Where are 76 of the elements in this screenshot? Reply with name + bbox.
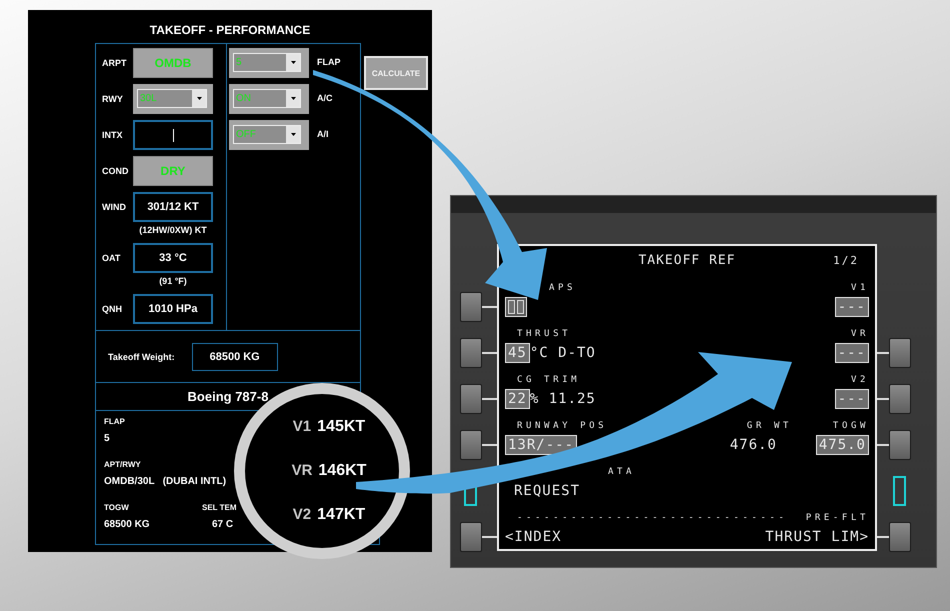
field-label: QNH: [102, 304, 123, 314]
option-label: A/I: [317, 129, 329, 139]
speed-label: VR: [292, 462, 312, 479]
field-label: INTX: [102, 130, 124, 140]
page-title: TAKEOFF REF: [638, 252, 736, 268]
boxed-value[interactable]: ---: [834, 389, 869, 409]
line-value: THRUST LIM>: [765, 528, 869, 546]
line-value: REQUEST: [513, 482, 580, 500]
caret-icon: [290, 133, 296, 136]
result-label: APT/RWY: [104, 459, 141, 471]
line-select-key[interactable]: [460, 338, 482, 368]
line-label: V1: [850, 283, 869, 294]
option-label: A/C: [317, 93, 332, 103]
line-select-key[interactable]: [460, 430, 482, 460]
input-field[interactable]: [133, 120, 213, 150]
line-select-key[interactable]: [889, 338, 911, 368]
result-value: 68500 KG: [104, 518, 150, 531]
line-select-key[interactable]: [460, 522, 482, 552]
weight-field[interactable]: 68500 KG: [192, 342, 278, 370]
line-value: % 11.25: [530, 390, 596, 408]
line-label: APS: [548, 283, 576, 294]
key-indicator: [893, 476, 906, 506]
speed-value: 147KT: [317, 506, 366, 524]
boxed-value[interactable]: 45: [505, 343, 530, 363]
input-field[interactable]: 33 °C: [133, 243, 213, 273]
boxed-value[interactable]: ---: [834, 343, 869, 363]
result-value: OMDB/30L (DUBAI INTL): [104, 475, 226, 488]
field-note: (91 °F): [158, 275, 188, 288]
field-label: RWY: [102, 94, 124, 104]
line-label: V2: [850, 375, 869, 386]
speed-label: V2: [292, 506, 312, 523]
panel-title: TAKEOFF - PERFORMANCE: [148, 22, 312, 37]
result-value: 5: [104, 432, 110, 445]
line-value: 476.0: [730, 436, 777, 454]
field-label: COND: [102, 166, 130, 176]
input-field[interactable]: 301/12 KT: [133, 192, 213, 222]
line-label: CG TRIM: [516, 375, 580, 386]
page-number: 1/2: [833, 254, 860, 266]
option-label: FLAP: [317, 57, 340, 67]
caret-icon: [290, 61, 296, 64]
weight-label: Takeoff Weight:: [108, 352, 175, 362]
speed-value: 146KT: [318, 462, 366, 480]
field-label: WIND: [102, 202, 127, 212]
input-field[interactable]: 1010 HPa: [133, 294, 213, 324]
line-value: <INDEX: [505, 528, 562, 546]
line-label: VR: [850, 329, 869, 340]
line-select-key[interactable]: [460, 384, 482, 414]
calculate-button[interactable]: CALCULATE: [364, 56, 428, 90]
line-label: THRUST: [516, 329, 572, 340]
boxed-value[interactable]: ---: [834, 297, 869, 317]
line-label: ------------------------------: [516, 513, 788, 524]
result-label: FLAP: [104, 416, 125, 428]
boxed-value[interactable]: 22: [505, 389, 530, 409]
entry-field[interactable]: [505, 297, 527, 317]
line-label: ATA: [607, 467, 636, 478]
field-label: ARPT: [102, 58, 128, 68]
line-label: TOGW: [832, 421, 869, 432]
line-select-key[interactable]: [460, 292, 482, 322]
line-label: RUNWAY POS: [516, 421, 608, 432]
line-value: °C D-TO: [530, 344, 596, 362]
result-label: SEL TEM: [202, 502, 237, 514]
field-note: (12HW/0XW) KT: [138, 224, 208, 237]
line-select-key[interactable]: [889, 522, 911, 552]
line-select-key[interactable]: [889, 384, 911, 414]
caret-icon: [290, 97, 296, 100]
speed-label: V1: [292, 418, 312, 435]
line-label: GR WT: [746, 421, 792, 432]
speed-value: 145KT: [317, 418, 366, 436]
boxed-value[interactable]: 475.0: [816, 435, 869, 455]
result-label: TOGW: [104, 502, 129, 514]
boxed-value[interactable]: 13R/---: [505, 435, 578, 455]
caret-icon: [196, 97, 202, 100]
line-label: PRE-FLT: [806, 513, 869, 524]
line-select-key[interactable]: [889, 430, 911, 460]
result-value: 67 C: [211, 518, 234, 531]
field-label: OAT: [102, 253, 122, 263]
